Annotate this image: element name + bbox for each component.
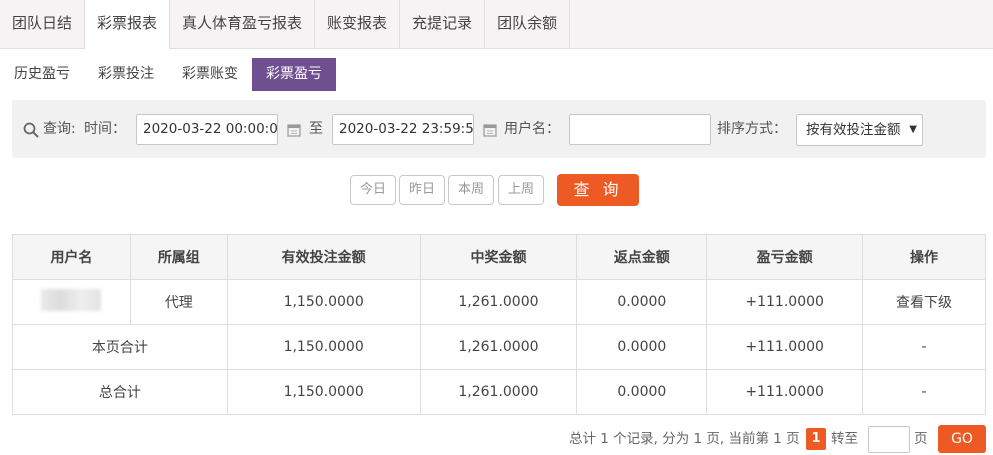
page-unit-label: 页 <box>914 431 928 447</box>
username-label: 用户名： <box>504 121 560 137</box>
action-cell: - <box>862 324 986 370</box>
today-button[interactable]: 今日 <box>350 175 396 205</box>
goto-page-input[interactable] <box>868 426 910 453</box>
action-cell: - <box>862 369 986 415</box>
col-header-username: 用户名 <box>12 234 131 280</box>
sort-select-value: 按有效投注金额 <box>806 122 901 138</box>
start-time-input[interactable]: 2020-03-22 00:00:00 <box>136 114 278 145</box>
sort-select[interactable]: 按有效投注金额 ▼ <box>796 114 923 146</box>
calendar-icon[interactable] <box>287 123 301 137</box>
col-header-win-amount: 中奖金额 <box>419 234 578 280</box>
this-week-button[interactable]: 本周 <box>448 175 494 205</box>
page-total-row: 本页合计 1,150.0000 1,261.0000 0.0000 +111.0… <box>12 324 986 370</box>
profit-table: 用户名 所属组 有效投注金额 中奖金额 返点金额 盈亏金额 操作 代理 1,15… <box>12 234 986 415</box>
bet-cell: 1,150.0000 <box>226 369 421 415</box>
sub-tab-bar: 历史盈亏 彩票投注 彩票账变 彩票盈亏 <box>0 58 336 92</box>
group-cell: 代理 <box>129 279 228 325</box>
username-input[interactable] <box>569 114 711 145</box>
query-button[interactable]: 查 询 <box>557 174 639 206</box>
query-label: 查询: <box>43 121 76 137</box>
search-panel: 查询: 时间： 2020-03-22 00:00:00 至 2020-03-22… <box>12 100 986 158</box>
bet-cell: 1,150.0000 <box>226 279 421 325</box>
tab-team-balance[interactable]: 团队余额 <box>485 0 571 48</box>
yesterday-button[interactable]: 昨日 <box>399 175 445 205</box>
col-header-profit: 盈亏金额 <box>706 234 864 280</box>
win-cell: 1,261.0000 <box>419 369 578 415</box>
username-cell <box>12 279 131 325</box>
blurred-username <box>41 289 102 311</box>
page-number-current[interactable]: 1 <box>806 428 826 450</box>
page-total-label: 本页合计 <box>12 324 228 370</box>
last-week-button[interactable]: 上周 <box>498 175 544 205</box>
to-label: 至 <box>309 121 323 137</box>
rebate-cell: 0.0000 <box>576 324 708 370</box>
bet-cell: 1,150.0000 <box>226 324 421 370</box>
profit-cell: +111.0000 <box>706 279 864 325</box>
col-header-action: 操作 <box>862 234 986 280</box>
tab-account-change-report[interactable]: 账变报表 <box>315 0 401 48</box>
col-header-rebate: 返点金额 <box>576 234 708 280</box>
tab-live-sports-report[interactable]: 真人体育盈亏报表 <box>170 0 316 48</box>
tab-team-daily[interactable]: 团队日结 <box>0 0 86 48</box>
go-button[interactable]: GO <box>938 425 986 453</box>
end-time-input[interactable]: 2020-03-22 23:59:59 <box>332 114 474 145</box>
tab-deposit-withdraw-records[interactable]: 充提记录 <box>400 0 486 48</box>
pagination-summary: 总计 1 个记录, 分为 1 页, 当前第 1 页 <box>569 431 800 447</box>
rebate-cell: 0.0000 <box>576 279 708 325</box>
table-header-row: 用户名 所属组 有效投注金额 中奖金额 返点金额 盈亏金额 操作 <box>12 234 986 280</box>
win-cell: 1,261.0000 <box>419 324 578 370</box>
tab-lottery-report[interactable]: 彩票报表 <box>85 0 171 49</box>
col-header-group: 所属组 <box>129 234 228 280</box>
goto-label: 转至 <box>831 431 858 447</box>
win-cell: 1,261.0000 <box>419 279 578 325</box>
caret-down-icon: ▼ <box>909 124 917 135</box>
rebate-cell: 0.0000 <box>576 369 708 415</box>
top-tab-bar: 团队日结 彩票报表 真人体育盈亏报表 账变报表 充提记录 团队余额 <box>0 0 993 49</box>
subtab-history-profit[interactable]: 历史盈亏 <box>0 58 84 91</box>
view-subordinates-link[interactable]: 查看下级 <box>862 279 986 325</box>
calendar-icon[interactable] <box>483 123 497 137</box>
search-icon <box>23 122 39 138</box>
profit-cell: +111.0000 <box>706 369 864 415</box>
profit-cell: +111.0000 <box>706 324 864 370</box>
sort-label: 排序方式： <box>717 121 787 137</box>
table-row: 代理 1,150.0000 1,261.0000 0.0000 +111.000… <box>12 279 986 325</box>
subtab-lottery-account-change[interactable]: 彩票账变 <box>168 58 252 91</box>
subtab-lottery-profit[interactable]: 彩票盈亏 <box>252 58 336 91</box>
subtab-lottery-bets[interactable]: 彩票投注 <box>84 58 168 91</box>
col-header-valid-bet: 有效投注金额 <box>226 234 421 280</box>
grand-total-label: 总合计 <box>12 369 228 415</box>
grand-total-row: 总合计 1,150.0000 1,261.0000 0.0000 +111.00… <box>12 369 986 415</box>
time-label: 时间： <box>84 121 126 137</box>
